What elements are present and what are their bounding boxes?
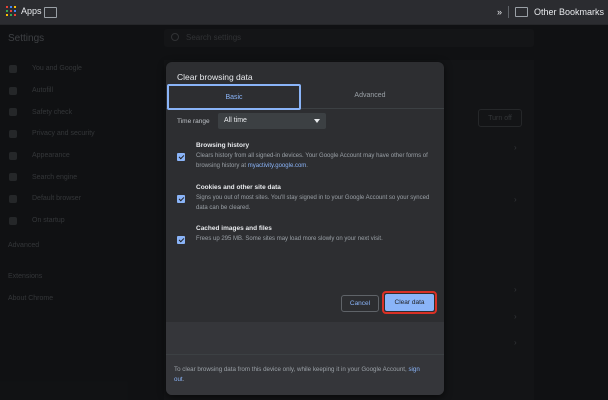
option-description-end: . bbox=[306, 163, 308, 169]
footer-text-end: . bbox=[182, 376, 185, 383]
option-title: Cached images and files bbox=[196, 225, 272, 232]
time-range-label: Time range bbox=[177, 118, 210, 125]
footer-text-body: To clear browsing data from this device … bbox=[174, 366, 409, 373]
cached-files-checkbox[interactable] bbox=[177, 236, 185, 244]
dialog-tabs: Basic Advanced bbox=[166, 84, 444, 110]
option-title: Cookies and other site data bbox=[196, 184, 281, 191]
bookmarks-divider bbox=[507, 6, 509, 18]
option-description: Signs you out of most sites. You'll stay… bbox=[196, 195, 430, 211]
dropdown-arrow-icon bbox=[314, 119, 320, 123]
tab-basic[interactable]: Basic bbox=[167, 84, 301, 110]
cookies-checkbox[interactable] bbox=[177, 195, 185, 203]
option-description-text: Clears history from all signed-in device… bbox=[196, 153, 428, 169]
apps-label: Apps bbox=[21, 6, 42, 16]
footer-text: To clear browsing data from this device … bbox=[174, 365, 424, 385]
option-description: Frees up 295 MB. Some sites may load mor… bbox=[196, 236, 383, 242]
apps-shortcut[interactable]: Apps bbox=[6, 6, 42, 16]
bookmark-folder-icon[interactable] bbox=[44, 7, 57, 18]
myactivity-link[interactable]: myactivity.google.com bbox=[248, 163, 307, 169]
bookmarks-overflow-icon[interactable]: » bbox=[497, 7, 502, 17]
cancel-button[interactable]: Cancel bbox=[341, 295, 379, 312]
option-description: Clears history from all signed-in device… bbox=[196, 151, 436, 171]
footer-divider bbox=[166, 354, 444, 355]
clear-browsing-data-dialog: Clear browsing data Basic Advanced Time … bbox=[166, 62, 444, 395]
other-bookmarks-label[interactable]: Other Bookmarks bbox=[534, 7, 604, 17]
time-range-select[interactable]: All time bbox=[218, 113, 326, 129]
apps-grid-icon bbox=[6, 6, 16, 16]
folder-icon bbox=[514, 7, 528, 17]
time-range-value: All time bbox=[224, 117, 247, 124]
tab-advanced[interactable]: Advanced bbox=[306, 84, 434, 106]
bookmarks-bar: Apps » Other Bookmarks bbox=[0, 0, 608, 25]
browsing-history-checkbox[interactable] bbox=[177, 153, 185, 161]
option-title: Browsing history bbox=[196, 142, 250, 149]
dialog-title: Clear browsing data bbox=[177, 72, 253, 82]
clear-data-button[interactable]: Clear data bbox=[385, 294, 434, 311]
